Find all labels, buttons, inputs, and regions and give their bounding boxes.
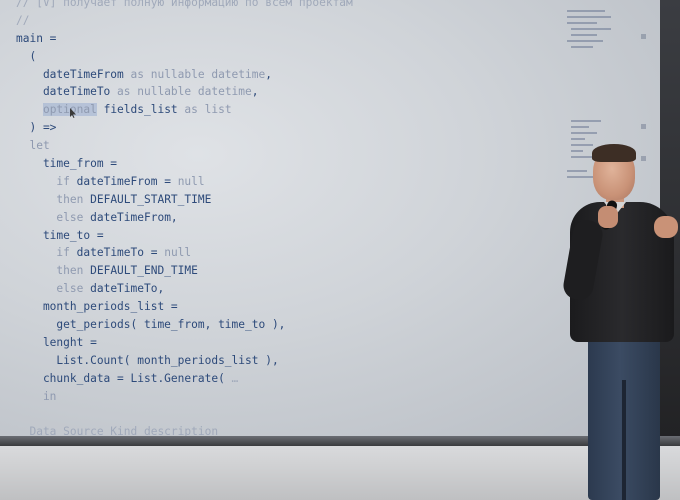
code-token: null <box>177 174 205 188</box>
code-token: as nullable datetime <box>130 67 266 81</box>
code-token: else <box>56 210 84 224</box>
code-token: then <box>56 264 84 278</box>
code-line: chunk_data = List.Generate( … <box>16 370 576 388</box>
code-token: month_periods_list = <box>16 300 178 314</box>
code-token: get_periods( time_from, time_to ), <box>16 318 286 332</box>
code-token: , <box>251 85 259 99</box>
code-token: if <box>56 174 70 188</box>
speaker-person <box>560 140 680 500</box>
scrollbar-marker <box>641 124 646 129</box>
code-line: else dateTimeFrom, <box>16 209 576 227</box>
code-token: let <box>16 139 50 153</box>
code-editor-text: // [V] получает полную информацию по все… <box>16 0 576 440</box>
code-line: time_from = <box>16 155 576 173</box>
code-token: lenght = <box>16 335 97 349</box>
code-token: chunk_data = List.Generate( <box>16 371 232 385</box>
code-token: time_from = <box>16 157 118 171</box>
code-token: in <box>16 389 57 403</box>
code-line: time_to = <box>16 227 576 245</box>
code-line: ( <box>16 48 576 66</box>
code-token: List.Count( month_periods_list ), <box>16 353 279 367</box>
code-line: ) => <box>16 119 576 137</box>
code-line: // <box>16 12 576 30</box>
code-line: List.Count( month_periods_list ), <box>16 352 576 370</box>
scrollbar-marker <box>641 34 646 39</box>
code-line: get_periods( time_from, time_to ), <box>16 316 576 334</box>
code-token: dateTimeTo, <box>83 282 165 296</box>
code-line: dateTimeTo as nullable datetime, <box>16 83 576 101</box>
code-token: , <box>265 67 272 81</box>
code-line: then DEFAULT_END_TIME <box>16 262 576 280</box>
code-token: then <box>56 192 84 206</box>
code-line: if dateTimeTo = null <box>16 244 576 262</box>
speaker-hand <box>654 216 678 238</box>
code-token: DEFAULT_START_TIME <box>83 192 212 206</box>
code-token: if <box>56 246 70 260</box>
code-token: ) => <box>16 121 57 135</box>
code-line: // [V] получает полную информацию по все… <box>16 0 576 12</box>
code-line: if dateTimeFrom = null <box>16 173 576 191</box>
mouse-cursor-icon <box>70 108 76 118</box>
code-token: as nullable datetime <box>117 85 252 99</box>
code-token: main = <box>16 31 57 45</box>
code-line: let <box>16 137 576 155</box>
code-token: as list <box>184 103 232 117</box>
code-token: else <box>56 282 84 296</box>
code-token: // [V] получает полную информацию по все… <box>16 0 353 9</box>
code-line: then DEFAULT_START_TIME <box>16 191 576 209</box>
code-token: DEFAULT_END_TIME <box>83 264 198 278</box>
code-token: fields_list <box>96 103 185 117</box>
code-token: dateTimeTo <box>16 85 118 99</box>
code-line: lenght = <box>16 334 576 352</box>
code-line: in <box>16 388 576 406</box>
code-line: month_periods_list = <box>16 298 576 316</box>
code-token: // <box>16 13 30 27</box>
code-token: … <box>231 371 239 385</box>
code-line: else dateTimeTo, <box>16 280 576 298</box>
speaker-hand <box>598 206 618 228</box>
code-token: null <box>164 246 192 260</box>
code-line: optional fields_list as list <box>16 101 576 119</box>
code-token: dateTimeTo = <box>69 246 165 260</box>
code-token: dateTimeFrom = <box>69 174 178 188</box>
code-token: ( <box>16 49 37 63</box>
code-token: time_to = <box>16 228 104 242</box>
code-token: dateTimeFrom, <box>83 210 178 224</box>
speaker-hair <box>592 144 636 162</box>
code-line: dateTimeFrom as nullable datetime, <box>16 66 576 84</box>
code-line: main = <box>16 30 576 48</box>
code-token: dateTimeFrom <box>16 67 131 81</box>
